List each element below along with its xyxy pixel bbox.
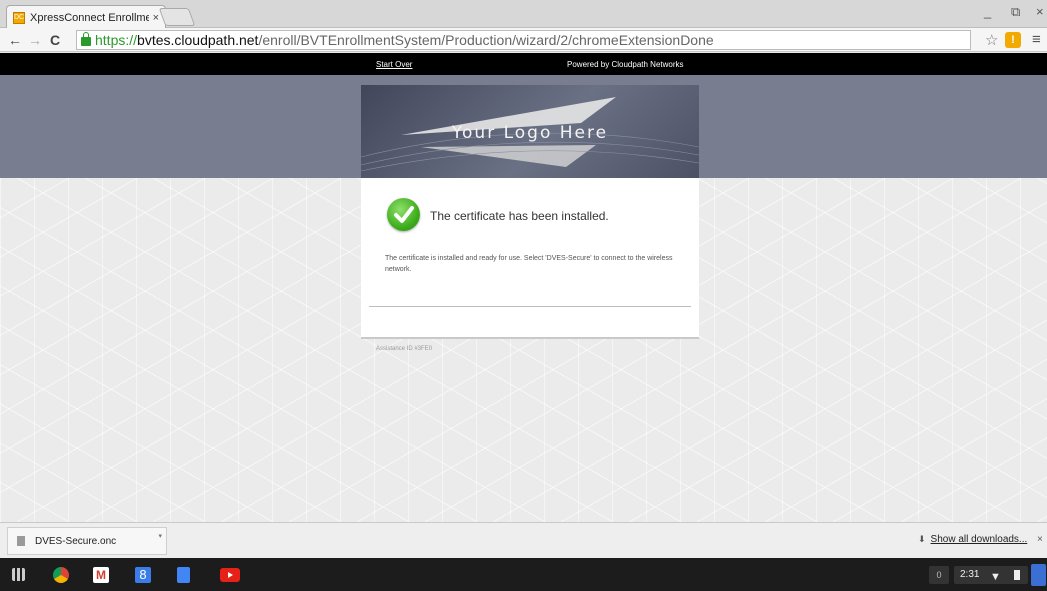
reload-icon[interactable]: C — [46, 32, 64, 48]
back-icon[interactable]: ← — [6, 32, 24, 48]
tab-strip: DC XpressConnect Enrollme × _ ⧉ × — [0, 0, 1047, 29]
window-close-icon[interactable]: × — [1036, 4, 1044, 19]
chrome-icon[interactable] — [53, 567, 69, 583]
notification-count[interactable]: 0 — [929, 566, 949, 584]
app-launcher-icon[interactable] — [12, 568, 25, 581]
browser-tab[interactable]: DC XpressConnect Enrollme × — [6, 5, 166, 29]
tab-close-icon[interactable]: × — [153, 12, 159, 24]
favicon-icon: DC — [13, 11, 25, 24]
download-file-name: DVES-Secure.onc — [35, 535, 117, 547]
divider — [369, 306, 691, 307]
bookmark-star-icon[interactable]: ☆ — [985, 31, 998, 49]
download-dropdown-icon[interactable]: ▾ — [158, 532, 162, 540]
wifi-icon: ▼ — [990, 571, 1001, 583]
user-avatar[interactable] — [1031, 564, 1046, 586]
battery-icon — [1014, 570, 1020, 580]
status-message: The certificate is installed and ready f… — [385, 255, 673, 273]
address-bar[interactable]: https://bvtes.cloudpath.net/enroll/BVTEn… — [76, 30, 971, 50]
download-arrow-icon: ⬇ — [918, 534, 926, 544]
youtube-icon[interactable] — [220, 568, 240, 582]
tab-title: XpressConnect Enrollme — [30, 11, 149, 24]
download-shelf: DVES-Secure.onc ▾ ⬇ Show all downloads...… — [0, 522, 1047, 558]
os-shelf: 8 0 2:31 ▼ — [0, 558, 1047, 591]
start-over-link[interactable]: Start Over — [376, 60, 412, 69]
logo-banner: Your Logo Here — [361, 85, 699, 178]
google-plus-icon[interactable]: 8 — [135, 567, 151, 583]
checkmark-glyph-icon — [394, 206, 414, 223]
docs-icon[interactable] — [177, 567, 190, 583]
status-tray[interactable]: 2:31 ▼ — [954, 566, 1028, 584]
download-item[interactable]: DVES-Secure.onc ▾ — [7, 527, 167, 555]
file-icon — [17, 536, 25, 546]
assistance-id: Assistance ID #3FE0 — [376, 346, 433, 352]
browser-toolbar: ← → C https://bvtes.cloudpath.net/enroll… — [0, 28, 1047, 52]
url-scheme: https:// — [95, 32, 138, 48]
status-card: The certificate has been installed. The … — [361, 178, 699, 339]
extension-icon[interactable]: ! — [1005, 32, 1021, 48]
restore-icon[interactable]: ⧉ — [1011, 4, 1020, 20]
powered-by-text: Powered by Cloudpath Networks — [567, 60, 684, 69]
url-path: /enroll/BVTEnrollmentSystem/Production/w… — [258, 32, 714, 48]
url-host: bvtes.cloudpath.net — [137, 32, 259, 48]
status-heading: The certificate has been installed. — [430, 209, 609, 223]
logo-text: Your Logo Here — [451, 123, 609, 143]
clock-time: 2:31 — [960, 569, 980, 580]
new-tab-button[interactable] — [158, 8, 196, 26]
checkmark-icon — [387, 198, 420, 231]
download-shelf-close-icon[interactable]: × — [1037, 534, 1043, 545]
lock-icon — [81, 31, 91, 46]
page-top-bar: Start Over Powered by Cloudpath Networks — [0, 53, 1047, 75]
menu-icon[interactable]: ≡ — [1032, 31, 1041, 48]
forward-icon[interactable]: → — [26, 32, 44, 48]
show-all-downloads-link[interactable]: ⬇ Show all downloads... — [918, 534, 1027, 545]
minimize-icon[interactable]: _ — [984, 4, 991, 19]
show-all-label: Show all downloads... — [930, 534, 1028, 545]
gmail-icon[interactable] — [93, 567, 109, 583]
